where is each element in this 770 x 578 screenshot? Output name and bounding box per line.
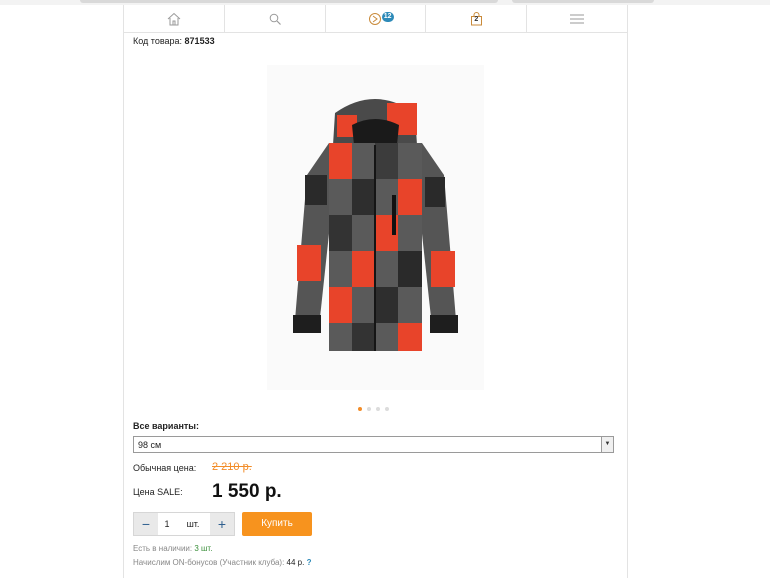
carousel-dot[interactable] (385, 407, 389, 411)
nav-home[interactable] (124, 5, 225, 32)
regular-price: 2 210 р. (212, 461, 252, 473)
stock-value: 3 шт. (194, 544, 213, 553)
browser-tab[interactable] (512, 0, 654, 3)
carousel-dot[interactable] (358, 407, 362, 411)
variants-label: Все варианты: (133, 421, 199, 431)
minus-icon: − (141, 516, 151, 532)
nav-compare[interactable]: 12 (326, 5, 427, 32)
buy-button[interactable]: Купить (242, 512, 312, 536)
sku-label: Код товара: (133, 36, 183, 46)
cart-count: 2 (474, 16, 479, 23)
plus-icon: + (217, 516, 227, 532)
stock-info: Есть в наличии: 3 шт. (133, 544, 212, 553)
quantity-decrease-button[interactable]: − (134, 513, 158, 535)
product-image[interactable] (267, 65, 484, 390)
compare-badge: 12 (381, 12, 394, 22)
bonus-info: Начислим ON-бонусов (Участник клуба): 44… (133, 558, 311, 567)
bonus-help-icon[interactable]: ? (307, 558, 312, 567)
compare-icon (369, 12, 382, 25)
sale-price-label: Цена SALE: (133, 487, 183, 497)
nav-cart[interactable]: 2 (426, 5, 528, 32)
variant-select[interactable]: 98 см ▼ (133, 436, 614, 453)
nav-search[interactable] (225, 5, 326, 32)
image-carousel-dots (358, 407, 389, 411)
quantity-unit: шт. (186, 519, 200, 529)
search-icon (269, 13, 281, 25)
carousel-dot[interactable] (367, 407, 371, 411)
bonus-value: 44 р. (286, 558, 305, 567)
nav-menu[interactable] (527, 5, 627, 32)
quantity-input[interactable]: 1 (158, 513, 176, 535)
menu-icon (570, 14, 585, 23)
variant-selected-value: 98 см (138, 440, 162, 450)
sale-price: 1 550 р. (212, 481, 282, 502)
quantity-increase-button[interactable]: + (210, 513, 234, 535)
sku-value: 871533 (184, 36, 215, 46)
browser-tab[interactable] (80, 0, 498, 3)
product-page: 12 2 Код товара: 871533 Все варианты: 98… (123, 5, 628, 578)
dropdown-arrow-icon[interactable]: ▼ (601, 437, 613, 452)
home-icon (167, 12, 181, 25)
quantity-stepper: − 1 шт. + (133, 512, 235, 536)
stock-label: Есть в наличии: (133, 544, 193, 553)
top-nav: 12 2 (124, 5, 627, 33)
regular-price-label: Обычная цена: (133, 463, 197, 473)
carousel-dot[interactable] (376, 407, 380, 411)
product-sku: Код товара: 871533 (133, 36, 215, 46)
bonus-label: Начислим ON-бонусов (Участник клуба): (133, 558, 285, 567)
jacket-image (293, 99, 458, 351)
